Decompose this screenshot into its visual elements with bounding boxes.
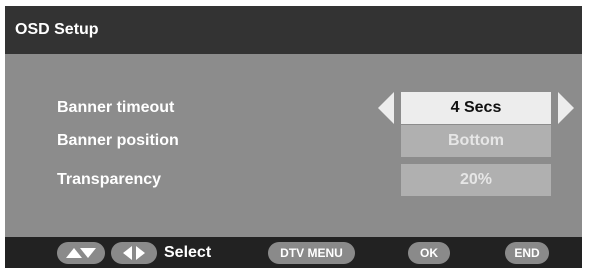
osd-setup-panel: OSD Setup Banner timeout 4 Secs Banner p…	[5, 6, 582, 268]
right-arrow-icon[interactable]	[558, 92, 574, 124]
footer-bar: Select DTV MENU OK END	[5, 237, 582, 268]
up-down-button[interactable]	[57, 242, 105, 264]
left-right-arrows-icon	[123, 246, 145, 260]
left-arrow-icon[interactable]	[378, 92, 394, 124]
banner-position-value[interactable]: Bottom	[401, 125, 551, 157]
transparency-label: Transparency	[57, 171, 162, 188]
up-down-arrows-icon	[66, 248, 96, 258]
title-bar: OSD Setup	[5, 6, 582, 54]
settings-content: Banner timeout 4 Secs Banner position Bo…	[5, 54, 582, 237]
end-button[interactable]: END	[505, 242, 549, 264]
dtv-menu-button[interactable]: DTV MENU	[268, 242, 355, 264]
ok-button[interactable]: OK	[408, 242, 450, 264]
banner-timeout-value[interactable]: 4 Secs	[401, 92, 551, 124]
banner-position-label: Banner position	[57, 132, 179, 149]
select-hint: Select	[164, 244, 212, 261]
left-right-button[interactable]	[111, 242, 157, 264]
transparency-value[interactable]: 20%	[401, 164, 551, 196]
banner-timeout-label: Banner timeout	[57, 99, 175, 116]
page-title: OSD Setup	[15, 21, 99, 38]
